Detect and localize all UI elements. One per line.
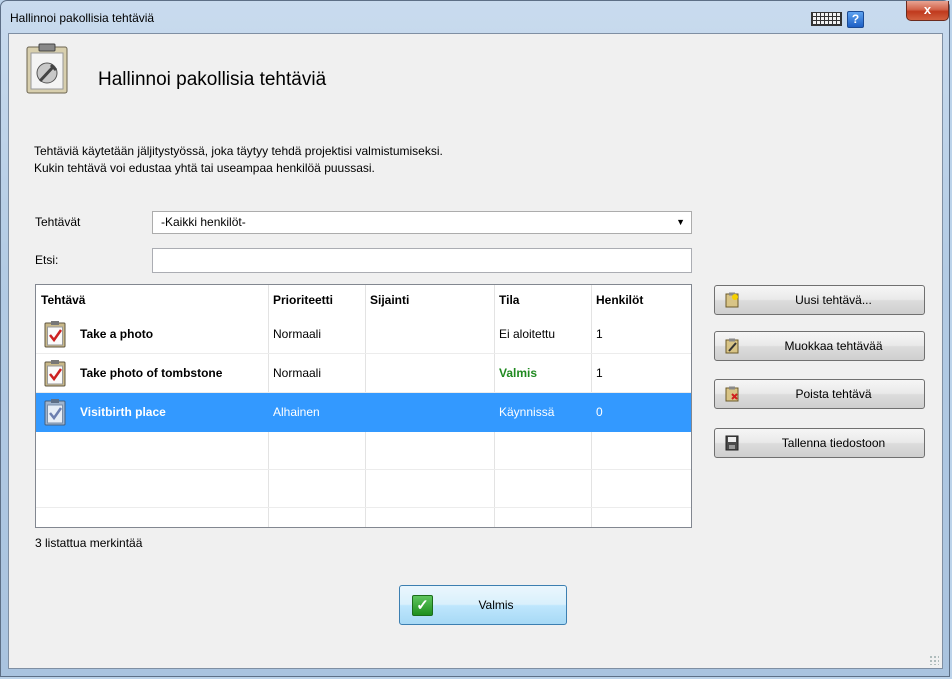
table-row[interactable]: Take a photo Normaali Ei aloitettu 1 xyxy=(36,315,691,354)
task-priority: Alhainen xyxy=(273,405,320,419)
title-bar[interactable]: Hallinnoi pakollisia tehtäviä ? x xyxy=(1,1,949,33)
person-filter-select[interactable]: -Kaikki henkilöt- ▼ xyxy=(152,211,692,234)
keyboard-icon[interactable] xyxy=(811,12,842,26)
done-button-label: Valmis xyxy=(478,598,514,612)
dropdown-arrow-icon: ▼ xyxy=(676,217,685,227)
column-header-persons[interactable]: Henkilöt xyxy=(591,285,691,315)
close-button[interactable]: x xyxy=(906,1,949,21)
new-task-button[interactable]: Uusi tehtävä... xyxy=(714,285,925,315)
task-name: Take photo of tombstone xyxy=(80,366,223,380)
manage-tasks-window: Hallinnoi pakollisia tehtäviä ? x Hallin… xyxy=(0,0,950,677)
new-task-label: Uusi tehtävä... xyxy=(795,293,872,307)
save-to-file-label: Tallenna tiedostoon xyxy=(781,436,886,450)
task-name: Visitbirth place xyxy=(80,405,166,419)
task-priority: Normaali xyxy=(273,366,322,380)
description-line-2: Kukin tehtävä voi edustaa yhtä tai useam… xyxy=(34,161,375,175)
save-to-file-button[interactable]: Tallenna tiedostoon xyxy=(714,428,925,458)
window-title: Hallinnoi pakollisia tehtäviä xyxy=(10,11,155,25)
checkmark-icon: ✓ xyxy=(412,595,433,616)
column-header-priority[interactable]: Prioriteetti xyxy=(268,285,365,315)
task-location xyxy=(365,315,494,353)
table-row[interactable]: Take photo of tombstone Normaali Valmis … xyxy=(36,354,691,393)
task-persons: 1 xyxy=(596,327,603,341)
delete-task-label: Poista tehtävä xyxy=(795,387,872,401)
save-disk-icon xyxy=(725,435,739,451)
task-status: Valmis xyxy=(499,366,538,380)
tasks-table[interactable]: Tehtävä Prioriteetti Sijainti Tila Henki… xyxy=(35,284,692,528)
column-header-location[interactable]: Sijainti xyxy=(365,285,494,315)
column-header-status[interactable]: Tila xyxy=(494,285,591,315)
table-row[interactable]: Visitbirth place Alhainen Käynnissä 0 xyxy=(36,393,691,432)
description-line-1: Tehtäviä käytetään jäljitystyössä, joka … xyxy=(34,144,443,158)
done-button[interactable]: ✓ Valmis xyxy=(399,585,567,625)
search-input[interactable] xyxy=(152,248,692,273)
task-persons: 0 xyxy=(596,405,603,419)
filter-label: Tehtävät xyxy=(35,215,81,229)
task-status: Ei aloitettu xyxy=(499,327,556,341)
clipboard-wrench-icon xyxy=(26,43,68,94)
edit-task-button[interactable]: Muokkaa tehtävää xyxy=(714,331,925,361)
task-location xyxy=(365,393,494,431)
empty-row xyxy=(36,470,691,508)
dialog-content: Hallinnoi pakollisia tehtäviä Tehtäviä k… xyxy=(8,33,943,669)
empty-row xyxy=(36,432,691,470)
edit-task-icon xyxy=(725,338,739,354)
page-title: Hallinnoi pakollisia tehtäviä xyxy=(98,69,327,90)
column-header-task[interactable]: Tehtävä xyxy=(36,285,268,315)
task-status: Käynnissä xyxy=(499,405,555,419)
edit-task-label: Muokkaa tehtävää xyxy=(784,339,883,353)
delete-task-button[interactable]: Poista tehtävä xyxy=(714,379,925,409)
task-location xyxy=(365,354,494,392)
listed-count: 3 listattua merkintää xyxy=(35,536,143,550)
new-task-icon xyxy=(725,292,739,308)
person-filter-value: -Kaikki henkilöt- xyxy=(161,215,246,229)
search-label: Etsi: xyxy=(35,253,59,267)
resize-grip[interactable] xyxy=(929,655,939,665)
task-persons: 1 xyxy=(596,366,603,380)
task-priority: Normaali xyxy=(273,327,322,341)
help-icon[interactable]: ? xyxy=(847,11,864,28)
task-name: Take a photo xyxy=(80,327,154,341)
delete-task-icon xyxy=(725,386,739,402)
table-header: Tehtävä Prioriteetti Sijainti Tila Henki… xyxy=(36,285,691,315)
